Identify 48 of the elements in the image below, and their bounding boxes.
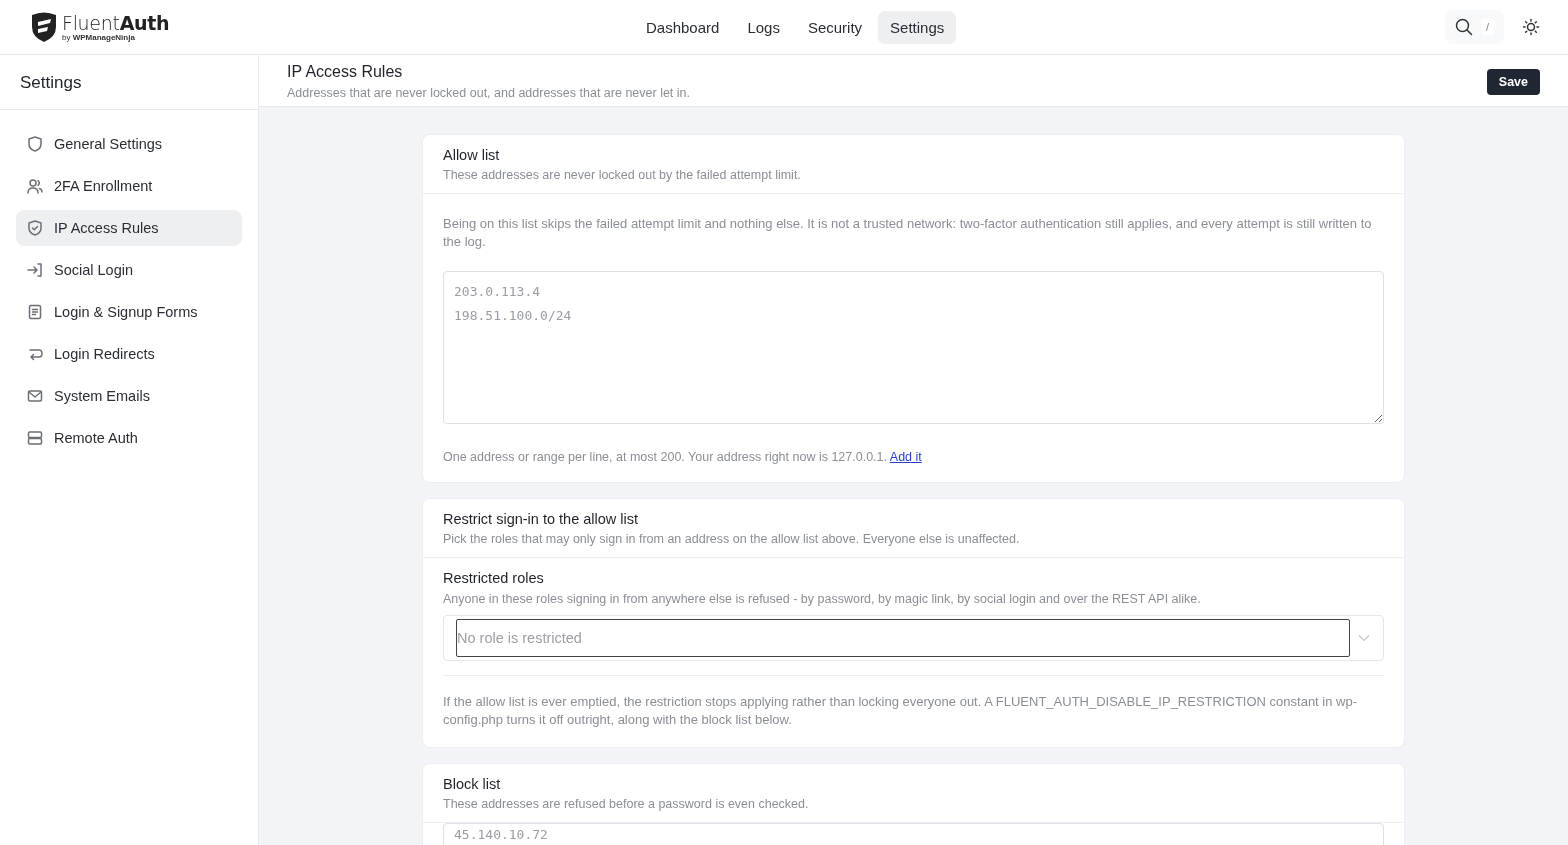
sidebar-item[interactable]: IP Access Rules: [16, 210, 242, 246]
sun-icon: [1522, 18, 1540, 36]
note-text: Being on this list skips the failed attempt limit and nothing else. It is not a trusted network: two-factor authentication still applies, and every attempt is still written to the log.: [443, 215, 1373, 251]
sidebar-item[interactable]: Login & Signup Forms: [16, 294, 242, 330]
server-icon: [26, 429, 44, 447]
save-button[interactable]: Save: [1486, 68, 1540, 95]
search-icon: [1454, 18, 1473, 36]
roles-input[interactable]: No role is restricted: [456, 619, 1350, 657]
shortcut-key: /: [1480, 19, 1494, 35]
roles-select[interactable]: No role is restricted: [443, 615, 1384, 661]
field-label: Restricted roles: [443, 570, 545, 586]
theme-toggle[interactable]: [1522, 18, 1540, 36]
logo-byline: by WPManageNinja: [62, 32, 136, 42]
sidebar-item[interactable]: General Settings: [16, 126, 242, 162]
card-subtitle: Pick the roles that may only sign in from an address on the allow list above. Everyone else is unaffected.: [443, 532, 1021, 546]
search-button[interactable]: /: [1444, 10, 1504, 44]
add-link[interactable]: Add it: [889, 450, 922, 464]
shield-logo-icon: [30, 11, 58, 43]
sidebar-item[interactable]: 2FA Enrollment: [16, 168, 242, 204]
help-text: One address or range per line, at most 200. Your address right now is 127.0.0.1. Add it: [443, 450, 923, 464]
sidebar-title: Settings: [0, 55, 258, 110]
nav-tab[interactable]: Security: [795, 11, 875, 44]
page-title: IP Access Rules: [287, 63, 404, 81]
card-title: Restrict sign-in to the allow list: [443, 511, 639, 527]
sidebar-item[interactable]: Login Redirects: [16, 336, 242, 372]
sidebar-item[interactable]: Remote Auth: [16, 420, 242, 456]
logo-wordmark: FluentAuth: [62, 12, 170, 33]
document-icon: [26, 303, 44, 321]
chevron-down-icon: [1358, 634, 1370, 642]
note-text: If the allow list is ever emptied, the restriction stops applying rather than locking everyone out. A FLUENT_AUTH_DISABLE_IP_RESTRICTION constant in wp-config.php turns it off outright, along with the block list below.: [443, 693, 1358, 729]
address-list-field[interactable]: 45.140.10.72: [443, 823, 1384, 845]
card-subtitle: These addresses are never locked out by the failed attempt limit.: [443, 168, 802, 182]
card-subtitle: These addresses are refused before a password is even checked.: [443, 797, 810, 811]
mail-icon: [26, 387, 44, 405]
page-subtitle: Addresses that are never locked out, and addresses that are never let in.: [287, 86, 690, 100]
card-title: Allow list: [443, 147, 501, 163]
nav-tab[interactable]: Dashboard: [634, 11, 732, 44]
nav-tab[interactable]: Settings: [878, 11, 957, 44]
nav-tab[interactable]: Logs: [735, 11, 792, 44]
sidebar-item[interactable]: Social Login: [16, 252, 242, 288]
shield-icon: [26, 135, 44, 153]
card-title: Block list: [443, 776, 502, 792]
shield-check-icon: [26, 219, 44, 237]
sign-in-icon: [26, 261, 44, 279]
sidebar-item[interactable]: System Emails: [16, 378, 242, 414]
users-icon: [26, 177, 44, 195]
field-hint: Anyone in these roles signing in from anywhere else is refused - by password, by magic link, by social login and over the REST API alike.: [443, 592, 1202, 606]
address-list-field[interactable]: 203.0.113.4 198.51.100.0/24: [443, 271, 1384, 424]
